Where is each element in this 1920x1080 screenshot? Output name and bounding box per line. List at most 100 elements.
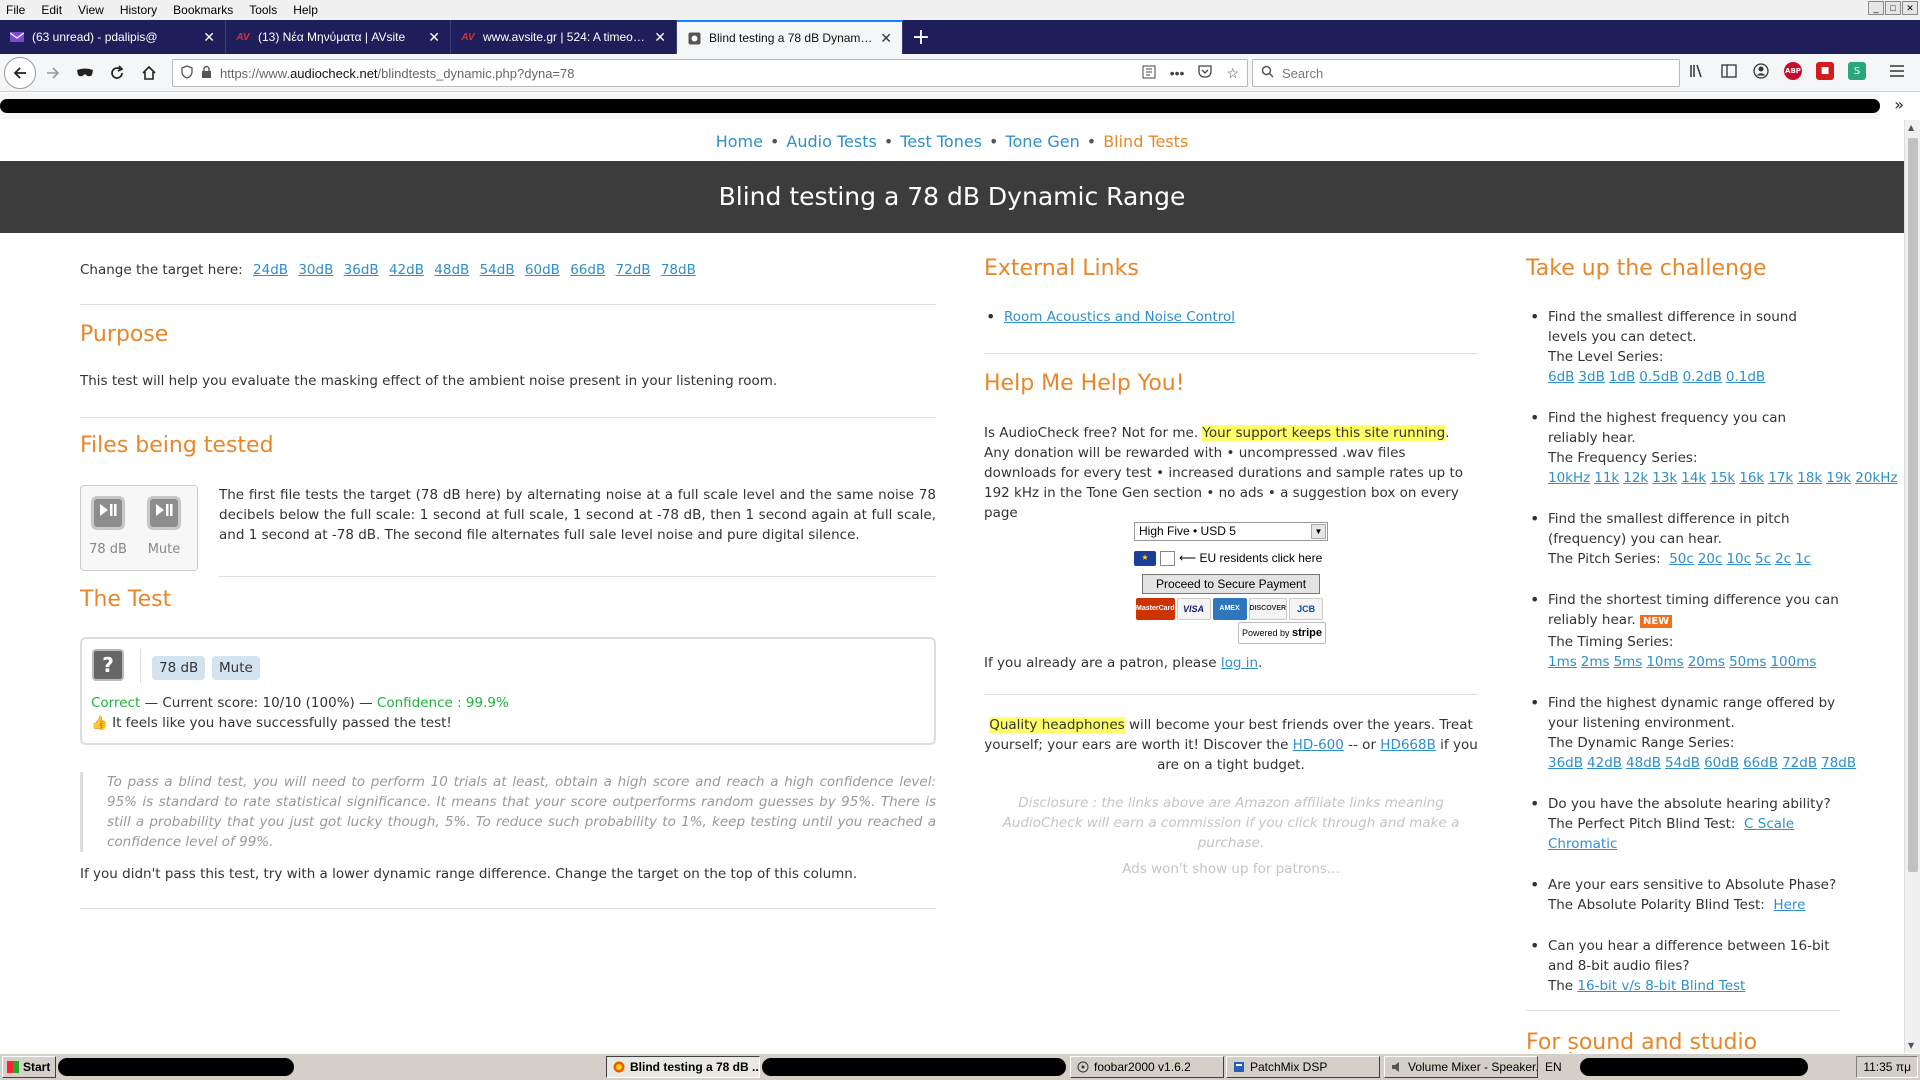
- nav-home-link[interactable]: Home: [716, 132, 763, 151]
- extension-red-icon[interactable]: ■: [1816, 62, 1834, 80]
- proceed-payment-button[interactable]: Proceed to Secure Payment: [1142, 574, 1320, 594]
- lock-icon[interactable]: [201, 65, 212, 81]
- play-mute-button[interactable]: [147, 496, 181, 530]
- nav-test-tones-link[interactable]: Test Tones: [900, 132, 982, 151]
- close-icon[interactable]: ✕: [203, 29, 215, 46]
- tab-avsite-timeout[interactable]: AV www.avsite.gr | 524: A timeout oc ✕: [451, 20, 677, 54]
- freq-17k-link[interactable]: 17k: [1768, 470, 1793, 486]
- target-link-36db[interactable]: 36dB: [344, 262, 379, 278]
- hd668b-link[interactable]: HD668B: [1380, 737, 1436, 753]
- tab-avsite-messages[interactable]: AV (13) Νέα Μηνύματα | AVsite ✕: [226, 20, 451, 54]
- donation-select[interactable]: High Five • USD 5 ▼: [1134, 522, 1328, 541]
- start-button[interactable]: Start: [2, 1056, 56, 1078]
- timing-20ms-link[interactable]: 20ms: [1688, 654, 1725, 670]
- freq-12k-link[interactable]: 12k: [1623, 470, 1648, 486]
- hamburger-menu-icon[interactable]: [1888, 62, 1906, 80]
- language-indicator[interactable]: EN: [1545, 1060, 1562, 1074]
- menu-file[interactable]: File: [0, 3, 33, 17]
- account-icon[interactable]: [1752, 62, 1770, 80]
- dr-42db-link[interactable]: 42dB: [1587, 755, 1622, 771]
- library-icon[interactable]: [1688, 62, 1706, 80]
- scrollbar-thumb[interactable]: [1908, 138, 1918, 872]
- freq-19k-link[interactable]: 19k: [1826, 470, 1851, 486]
- adblock-icon[interactable]: ABP: [1784, 62, 1802, 80]
- bookmark-star-icon[interactable]: ☆: [1226, 65, 1239, 82]
- page-scrollbar[interactable]: ▲ ▼: [1904, 120, 1920, 1053]
- home-button[interactable]: [134, 58, 164, 88]
- c-scale-link[interactable]: C Scale: [1744, 816, 1794, 832]
- answer-mute-button[interactable]: Mute: [212, 656, 260, 680]
- timing-2ms-link[interactable]: 2ms: [1581, 654, 1610, 670]
- room-acoustics-link[interactable]: Room Acoustics and Noise Control: [1004, 309, 1235, 325]
- pitch-10c-link[interactable]: 10c: [1726, 551, 1751, 567]
- menu-bookmarks[interactable]: Bookmarks: [165, 3, 241, 17]
- target-link-54db[interactable]: 54dB: [480, 262, 515, 278]
- menu-edit[interactable]: Edit: [33, 3, 70, 17]
- target-link-60db[interactable]: 60dB: [525, 262, 560, 278]
- menu-view[interactable]: View: [70, 3, 112, 17]
- forward-button[interactable]: [38, 58, 68, 88]
- freq-15k-link[interactable]: 15k: [1710, 470, 1735, 486]
- level-01db-link[interactable]: 0.1dB: [1726, 369, 1765, 385]
- close-icon[interactable]: ✕: [428, 29, 440, 46]
- minimize-button[interactable]: _: [1868, 1, 1884, 15]
- close-window-button[interactable]: ✕: [1902, 1, 1918, 15]
- timing-50ms-link[interactable]: 50ms: [1729, 654, 1766, 670]
- sidebar-icon[interactable]: [1720, 62, 1738, 80]
- timing-100ms-link[interactable]: 100ms: [1770, 654, 1816, 670]
- level-3db-link[interactable]: 3dB: [1578, 369, 1604, 385]
- target-link-48db[interactable]: 48dB: [434, 262, 469, 278]
- dr-66db-link[interactable]: 66dB: [1743, 755, 1778, 771]
- login-link[interactable]: log in: [1221, 655, 1258, 671]
- scroll-down-icon[interactable]: ▼: [1908, 1041, 1914, 1050]
- dr-78db-link[interactable]: 78dB: [1821, 755, 1856, 771]
- dr-36db-link[interactable]: 36dB: [1548, 755, 1583, 771]
- answer-78db-button[interactable]: 78 dB: [152, 656, 206, 680]
- target-link-30db[interactable]: 30dB: [298, 262, 333, 278]
- level-1db-link[interactable]: 1dB: [1609, 369, 1635, 385]
- level-05db-link[interactable]: 0.5dB: [1639, 369, 1678, 385]
- freq-14k-link[interactable]: 14k: [1681, 470, 1706, 486]
- menu-tools[interactable]: Tools: [241, 3, 285, 17]
- shield-icon[interactable]: [181, 64, 193, 82]
- freq-18k-link[interactable]: 18k: [1797, 470, 1822, 486]
- pitch-50c-link[interactable]: 50c: [1669, 551, 1694, 567]
- freq-20khz-link[interactable]: 20kHz: [1855, 470, 1897, 486]
- question-button[interactable]: ?: [92, 649, 124, 681]
- pitch-2c-link[interactable]: 2c: [1775, 551, 1791, 567]
- pocket-icon[interactable]: [1198, 64, 1213, 82]
- target-link-66db[interactable]: 66dB: [570, 262, 605, 278]
- timing-5ms-link[interactable]: 5ms: [1614, 654, 1643, 670]
- eu-resident-checkbox[interactable]: [1160, 550, 1175, 566]
- task-patchmix[interactable]: PatchMix DSP: [1226, 1056, 1380, 1078]
- nav-audio-tests-link[interactable]: Audio Tests: [786, 132, 876, 151]
- level-02db-link[interactable]: 0.2dB: [1683, 369, 1722, 385]
- timing-1ms-link[interactable]: 1ms: [1548, 654, 1577, 670]
- nav-tone-gen-link[interactable]: Tone Gen: [1005, 132, 1079, 151]
- search-input[interactable]: Search: [1252, 59, 1680, 87]
- menu-history[interactable]: History: [112, 3, 165, 17]
- scroll-up-icon[interactable]: ▲: [1908, 123, 1914, 132]
- dr-60db-link[interactable]: 60dB: [1704, 755, 1739, 771]
- freq-11k-link[interactable]: 11k: [1594, 470, 1619, 486]
- timing-10ms-link[interactable]: 10ms: [1646, 654, 1683, 670]
- more-actions-icon[interactable]: •••: [1170, 65, 1185, 82]
- bit-depth-test-link[interactable]: 16-bit v/s 8-bit Blind Test: [1577, 978, 1745, 994]
- close-icon[interactable]: ✕: [880, 30, 892, 47]
- bookmarks-overflow-button[interactable]: »: [1894, 95, 1904, 114]
- close-icon[interactable]: ✕: [654, 29, 666, 46]
- mask-icon[interactable]: [70, 58, 100, 88]
- polarity-here-link[interactable]: Here: [1773, 897, 1805, 913]
- tab-audiocheck[interactable]: Blind testing a 78 dB Dynamic Ran ✕: [677, 20, 903, 54]
- new-tab-button[interactable]: +: [903, 20, 939, 54]
- target-link-42db[interactable]: 42dB: [389, 262, 424, 278]
- back-button[interactable]: [4, 56, 36, 89]
- level-6db-link[interactable]: 6dB: [1548, 369, 1574, 385]
- extension-green-icon[interactable]: S: [1848, 62, 1866, 80]
- reader-view-icon[interactable]: [1142, 65, 1156, 82]
- dr-48db-link[interactable]: 48dB: [1626, 755, 1661, 771]
- task-foobar[interactable]: foobar2000 v1.6.2: [1070, 1056, 1224, 1078]
- freq-10khz-link[interactable]: 10kHz: [1548, 470, 1590, 486]
- url-bar[interactable]: https://www.audiocheck.net/blindtests_dy…: [172, 59, 1248, 87]
- target-link-72db[interactable]: 72dB: [616, 262, 651, 278]
